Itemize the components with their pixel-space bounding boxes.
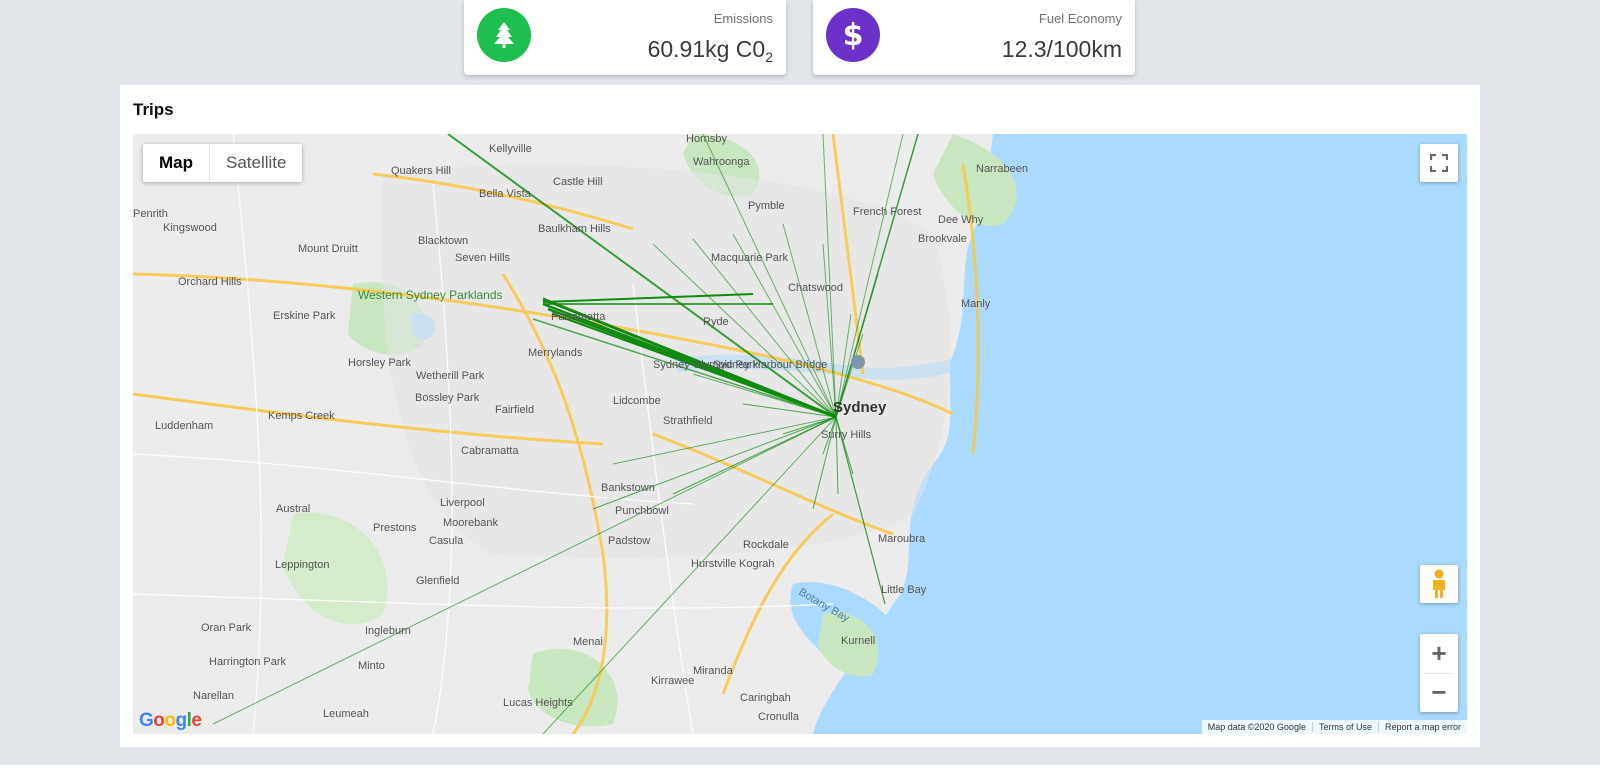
place-label: Lucas Heights [503,697,573,709]
place-label: Punchbowl [615,505,669,517]
landmark-marker [851,355,865,369]
fuel-economy-card: $ Fuel Economy 12.3/100km [813,0,1135,75]
report-map-error-link[interactable]: Report a map error [1377,722,1467,732]
place-label: Cabramatta [461,445,519,457]
trips-panel: Trips Kellyville Hornsby Quakers Hill Wa… [120,85,1480,747]
place-label: Harrington Park [209,656,287,668]
emissions-value: 60.91kg C02 [647,36,773,65]
place-label: French Forest [853,206,921,218]
place-label: Brookvale [918,233,967,245]
place-label: Maroubra [878,533,926,545]
place-label: Luddenham [155,420,213,432]
place-label: Lidcombe [613,395,661,407]
place-label: Erskine Park [273,310,336,322]
place-label: Orchard Hills [178,276,242,288]
map-type-satellite-button[interactable]: Satellite [210,144,302,182]
place-label: Sydney Harbour Bridge [713,359,827,371]
place-label: Rockdale [743,539,789,551]
place-label: Bankstown [601,482,655,494]
dollar-icon: $ [826,8,880,62]
place-label: Kingswood [163,222,217,234]
pegman-icon [1433,569,1445,598]
place-label: Caringbah [740,692,791,704]
page-footer-strip [0,765,1600,784]
place-label: Kemps Creek [268,410,335,422]
fullscreen-icon [1430,154,1448,172]
place-label: Austral [276,503,310,515]
zoom-in-button[interactable]: + [1420,635,1458,673]
place-label: Miranda [693,665,734,677]
place-label: Castle Hill [553,176,603,188]
place-label: Oran Park [201,622,252,634]
place-label: Kurnell [841,635,875,647]
fullscreen-button[interactable] [1420,144,1458,182]
place-label: Leppington [275,559,329,571]
place-label: Penrith [133,208,168,220]
place-label: Wahroonga [693,156,750,168]
tree-icon [477,8,531,62]
place-label: Macquarie Park [711,252,789,264]
map-canvas[interactable]: Kellyville Hornsby Quakers Hill Wahroong… [133,134,1467,734]
place-label: Merrylands [528,347,583,359]
zoom-control: + − [1420,634,1458,712]
place-label: Fairfield [495,404,534,416]
place-label: Moorebank [443,517,499,529]
place-label: Pymble [748,200,785,212]
place-label: Hornsby [686,134,727,145]
place-label: Blacktown [418,235,468,247]
fuel-economy-value: 12.3/100km [1001,36,1122,62]
place-label: Horsley Park [348,357,411,369]
place-label: Manly [961,298,991,310]
map-data-credit: Map data ©2020 Google [1207,722,1306,732]
trips-title: Trips [133,100,174,119]
google-logo: Google [139,710,202,731]
place-label: Hurstville [691,558,736,570]
terms-of-use-link[interactable]: Terms of Use [1311,722,1378,732]
place-label: Sydney [833,399,887,416]
place-label: Casula [429,535,464,547]
place-label: Minto [358,660,385,672]
place-label: Menai [573,636,603,648]
place-label: Parramatta [551,311,606,323]
place-label: Wetherill Park [416,370,485,382]
place-label: Baulkham Hills [538,223,611,235]
place-label: Kirrawee [651,675,694,687]
place-label: Narrabeen [976,163,1028,175]
street-view-pegman-button[interactable] [1420,565,1458,603]
place-label: Western Sydney Parklands [358,288,503,302]
fuel-economy-label: Fuel Economy [1038,11,1122,26]
place-label: Padstow [608,535,650,547]
place-label: Chatswood [788,282,843,294]
place-label: Glenfield [416,575,459,587]
place-label: Little Bay [881,584,927,596]
place-label: Narellan [193,690,234,702]
place-label: Leumeah [323,708,369,720]
place-label: Ingleburn [365,625,411,637]
zoom-out-button[interactable]: − [1420,674,1458,712]
place-label: Kograh [739,558,774,570]
place-label: Dee Why [938,214,984,226]
place-label: Bossley Park [415,392,480,404]
place-label: Seven Hills [455,252,511,264]
place-label: Cronulla [758,711,800,723]
map-type-control: Map Satellite [143,144,303,182]
emissions-card: Emissions 60.91kg C02 [464,0,786,75]
map-type-map-button[interactable]: Map [143,144,210,182]
place-label: Strathfield [663,415,713,427]
place-label: Mount Druitt [298,243,358,255]
place-label: Quakers Hill [391,165,451,177]
place-label: Prestons [373,522,417,534]
place-label: Bella Vista [479,188,532,200]
place-label: Kellyville [489,143,532,155]
emissions-label: Emissions [713,11,773,26]
place-label: Ryde [703,316,729,328]
map-attribution: Map data ©2020 Google Terms of Use Repor… [1201,720,1467,734]
place-label: Surry Hills [821,429,872,441]
trips-map[interactable]: Kellyville Hornsby Quakers Hill Wahroong… [133,134,1467,734]
place-label: Liverpool [440,497,485,509]
